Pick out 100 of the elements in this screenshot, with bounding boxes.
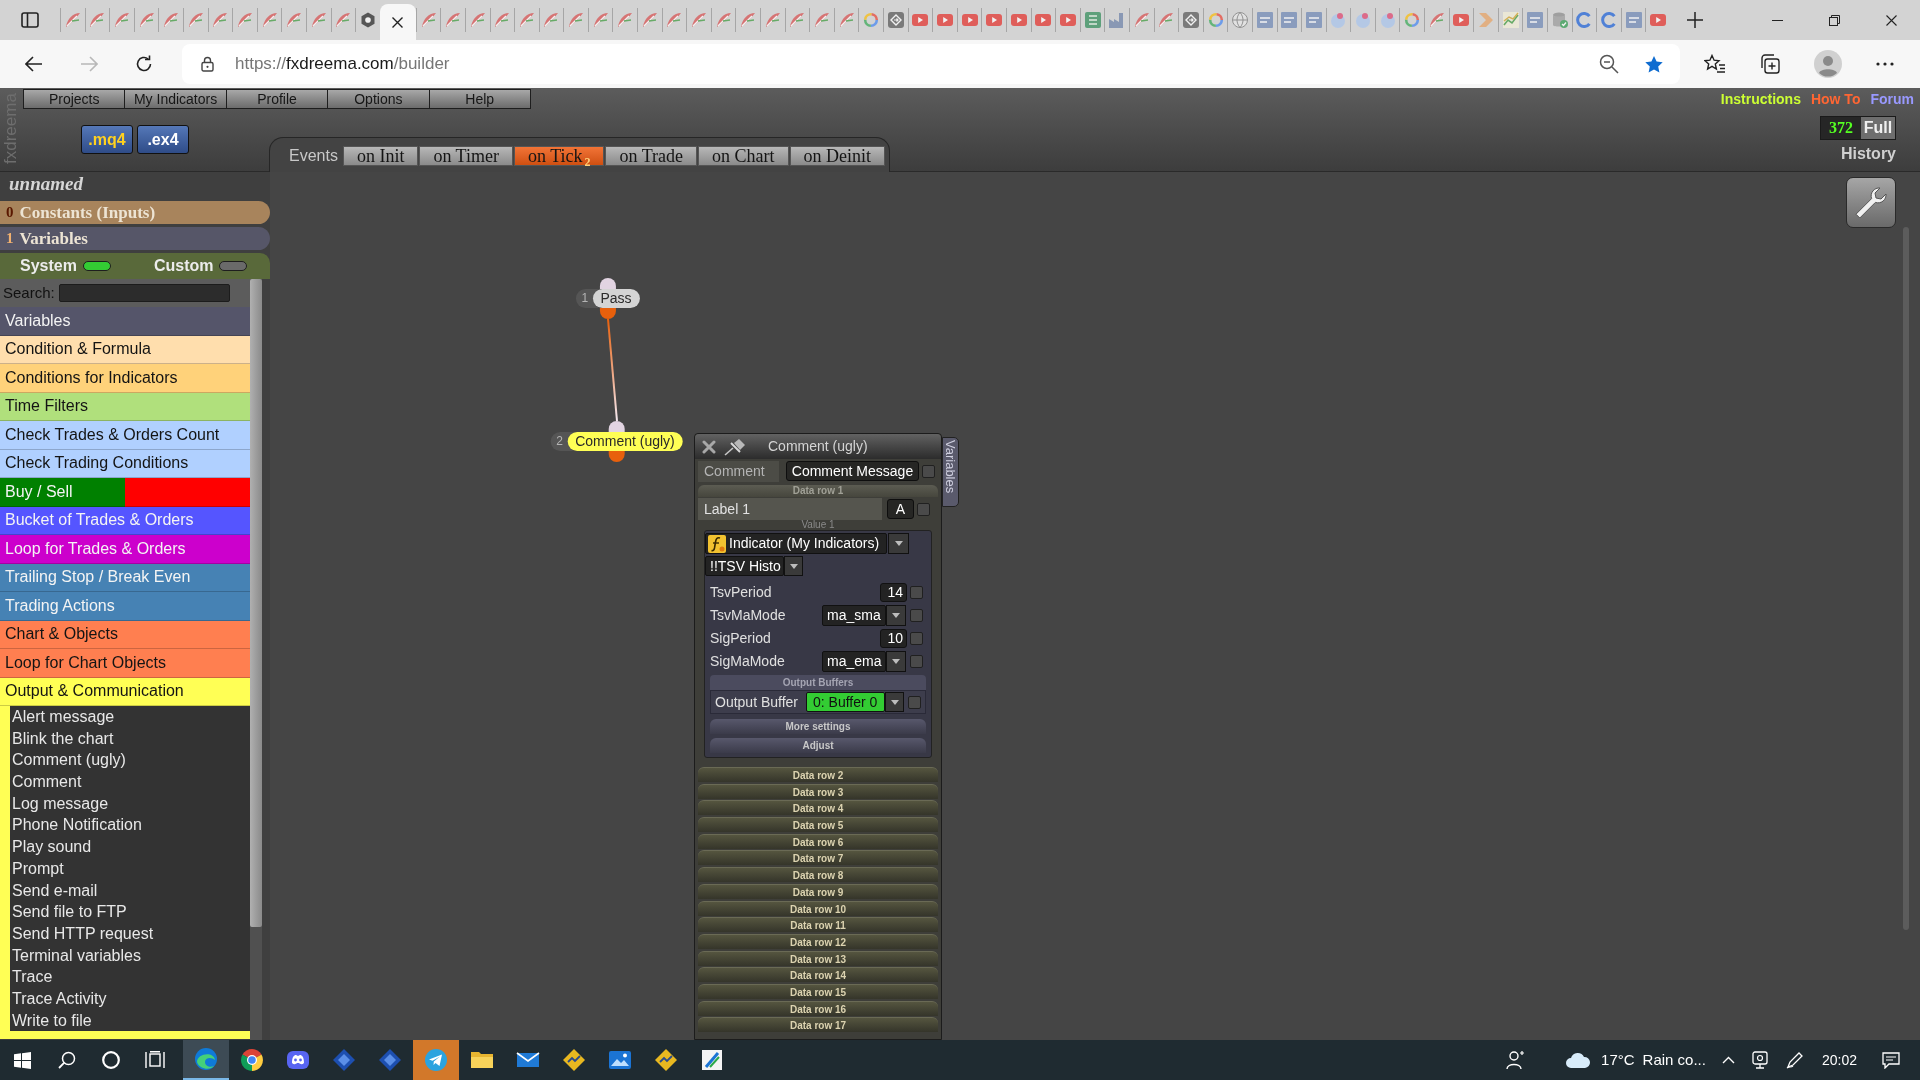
category-item[interactable]: Trailing Stop / Break Even [0,563,250,592]
panel-button[interactable]: Adjust [710,738,926,753]
checkbox[interactable] [910,632,923,645]
category-item[interactable]: Conditions for Indicators [0,364,250,393]
list-item[interactable]: Trace Activity [10,987,250,1010]
search-icon[interactable] [57,1051,76,1069]
source-select[interactable]: Indicator (My Indicators) [705,533,887,554]
dropdown-button[interactable] [888,533,909,554]
input-port-icon[interactable] [608,421,625,432]
cloud-icon[interactable] [1565,1051,1592,1069]
dropdown-button[interactable] [784,556,803,576]
checkbox[interactable] [917,502,930,516]
number-field[interactable]: 14 [880,583,907,602]
data-row-header[interactable]: Data row 14 [698,967,938,983]
message-button[interactable]: Comment Message [786,461,919,481]
section-button[interactable]: 1 Variables [0,227,270,250]
list-item[interactable]: Send HTTP request [10,922,250,945]
checkbox[interactable] [910,586,923,599]
checkbox[interactable] [910,655,923,668]
category-item[interactable]: Trading Actions [0,592,250,621]
data-row-header[interactable]: Data row 8 [698,867,938,883]
notifications-icon[interactable] [1882,1051,1900,1069]
data-row-header[interactable]: Data row 2 [698,767,938,782]
collections-icon[interactable] [1760,54,1780,74]
section-button[interactable]: 0 Constants (Inputs) [0,201,270,224]
list-item[interactable]: Log message [10,792,250,815]
back-arrow-icon[interactable] [25,56,43,72]
category-item[interactable]: Time Filters [0,392,250,421]
data-row-header[interactable]: Data row 7 [698,850,938,866]
data-row-header[interactable]: Data row 4 [698,800,938,816]
block-node[interactable]: Comment (ugly) [567,432,683,451]
list-item[interactable]: Trace [10,966,250,988]
output-port-icon[interactable] [599,308,616,319]
event-tab[interactable]: on Timer [419,146,513,166]
event-tab[interactable]: on Tick$_{2}$ [513,146,605,166]
close-icon[interactable] [392,16,404,28]
clock[interactable]: 20:02 [1821,1049,1857,1071]
toggle-switch[interactable] [82,261,111,271]
four-panes-icon[interactable] [13,1051,31,1069]
file-button[interactable]: .ex4 [137,125,189,154]
list-item[interactable]: Write to file [10,1009,250,1032]
data-row-header[interactable]: Data row 11 [698,917,938,933]
menu-button[interactable]: Options [327,89,430,109]
category-item[interactable]: Variables [0,307,250,336]
data-row-header[interactable]: Data row 17 [698,1017,938,1033]
data-row-header[interactable]: Data row 13 [698,950,938,966]
data-row-header[interactable]: Data row 15 [698,983,938,999]
checkbox[interactable] [910,609,923,622]
checkbox[interactable] [908,695,921,709]
search-field[interactable] [58,284,230,302]
list-item[interactable]: Terminal variables [10,944,250,967]
toggle-switch[interactable] [219,261,248,271]
data-row-header[interactable]: Data row 16 [698,1000,938,1016]
address-field[interactable]: https://fxdreema.com/builder [182,44,1680,84]
category-item[interactable]: Condition & Formula [0,335,250,364]
forward-arrow-icon[interactable] [80,56,98,72]
category-item[interactable]: Check Trading Conditions [0,449,250,478]
refresh-icon[interactable] [135,55,153,73]
dropdown-button[interactable] [885,692,904,712]
webcam-icon[interactable] [1751,1051,1768,1069]
zoom-out-icon[interactable] [1599,54,1619,74]
panel-button[interactable]: More settings [710,719,926,734]
data-row-header[interactable]: Data row 6 [698,833,938,849]
history-link[interactable]: History [1840,144,1896,164]
list-item[interactable]: Blink the chart [10,727,250,750]
pen-icon[interactable] [1785,1051,1804,1069]
data-row-header[interactable]: Data row 9 [698,883,938,899]
data-row-header[interactable]: Data row 12 [698,933,938,949]
minimize-icon[interactable] [1772,19,1783,21]
event-tab[interactable]: on Trade [605,146,697,166]
input-port-icon[interactable] [599,278,616,289]
label-field[interactable]: Label 1 [698,498,882,520]
tab-actions-icon[interactable] [21,12,39,28]
checkbox[interactable] [922,464,935,478]
indicator-select[interactable]: !!TSV Histo [705,556,784,576]
data-row-header[interactable]: Data row 10 [698,900,938,916]
pin-icon[interactable] [724,437,746,456]
category-item[interactable]: Bucket of Trades & Orders [0,506,250,535]
menu-button[interactable]: My Indicators [124,89,227,109]
menu-button[interactable]: Profile [225,89,329,109]
list-item[interactable]: Phone Notification [10,814,250,837]
menu-button[interactable]: Projects [23,89,126,109]
mode-button[interactable]: A [887,499,914,519]
more-icon[interactable] [1876,62,1894,66]
file-button[interactable]: .mq4 [81,125,133,154]
category-item[interactable]: Output & Communication [0,677,250,706]
restore-icon[interactable] [1829,14,1840,26]
weather-temperature[interactable]: 17°C [1601,1048,1635,1072]
list-item[interactable]: Comment [10,771,250,793]
new-tab-icon[interactable] [1687,12,1703,28]
number-field[interactable]: 10 [880,629,907,648]
stacked-windows-icon[interactable] [145,1051,165,1069]
person-icon[interactable] [1505,1050,1526,1070]
full-button[interactable]: Full [1861,117,1895,139]
category-item[interactable]: Loop for Chart Objects [0,649,250,678]
data-row-header[interactable]: Data row 3 [698,783,938,799]
variables-tab[interactable]: Variables [942,437,959,507]
param-select[interactable]: ma_sma [822,605,886,626]
menu-button[interactable]: Help [428,89,531,109]
star-icon[interactable] [1644,54,1664,74]
